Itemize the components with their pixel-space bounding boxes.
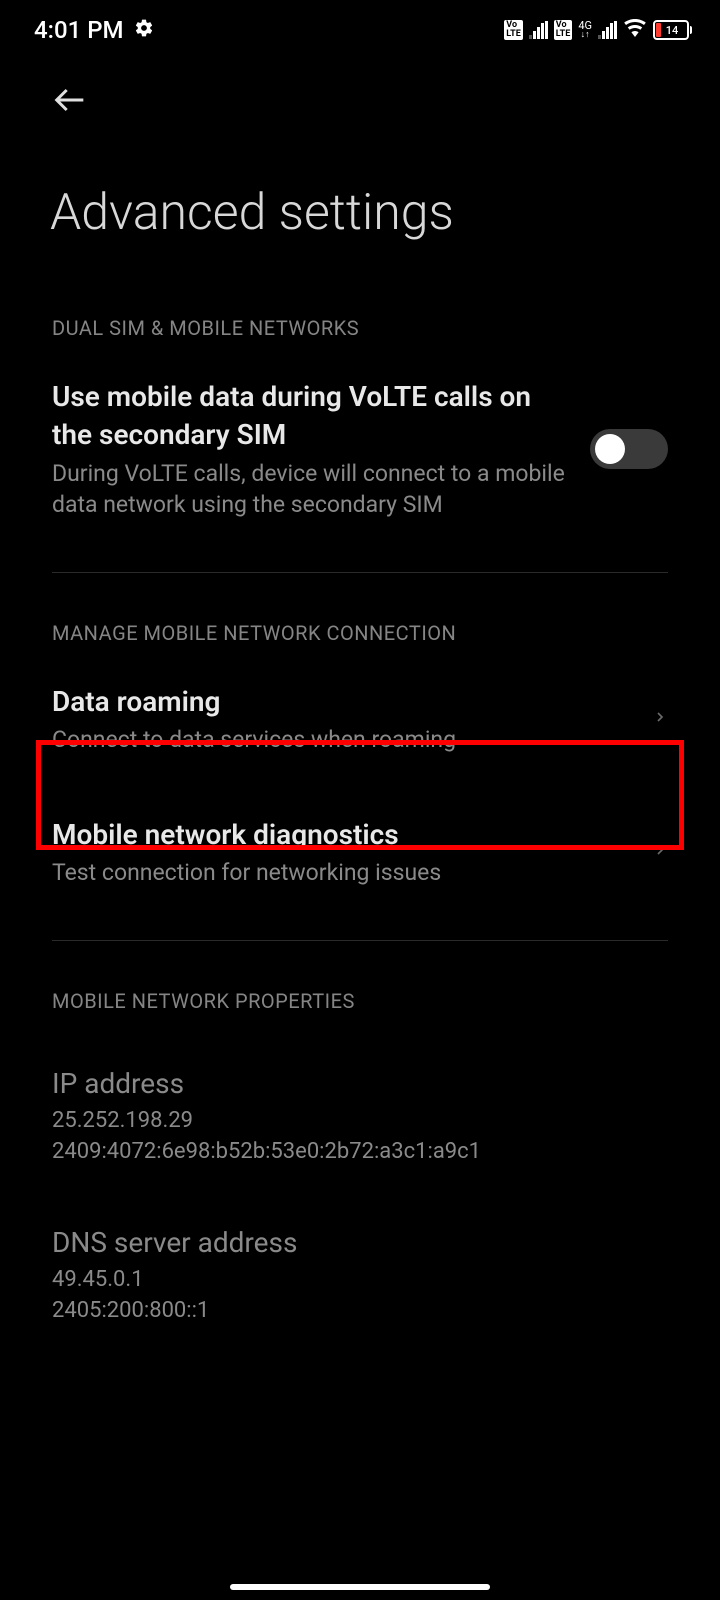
- page-header: Advanced settings: [0, 60, 720, 292]
- battery-icon: 14: [653, 20, 692, 40]
- volte-icon: VoLTE: [504, 20, 523, 40]
- setting-subtitle: Connect to data services when roaming: [52, 724, 632, 755]
- toggle-volte-secondary[interactable]: [590, 429, 668, 469]
- info-value-1: 25.252.198.29: [52, 1106, 668, 1137]
- signal-icon: [529, 21, 548, 39]
- setting-data-roaming[interactable]: Data roaming Connect to data services wh…: [0, 659, 720, 780]
- section-header-manage-connection: MANAGE MOBILE NETWORK CONNECTION: [0, 597, 720, 659]
- info-title: IP address: [52, 1067, 668, 1100]
- info-dns-server: DNS server address 49.45.0.1 2405:200:80…: [0, 1186, 720, 1345]
- gear-icon: [134, 18, 154, 42]
- wifi-icon: [623, 16, 647, 44]
- setting-title: Data roaming: [52, 683, 632, 721]
- setting-title: Mobile network diagnostics: [52, 816, 632, 854]
- signal-icon-2: [598, 21, 617, 39]
- home-indicator[interactable]: [230, 1584, 490, 1590]
- section-header-dual-sim: DUAL SIM & MOBILE NETWORKS: [0, 292, 720, 354]
- setting-subtitle: During VoLTE calls, device will connect …: [52, 458, 570, 520]
- network-label-group: 4G ↓↑: [578, 20, 592, 40]
- section-header-properties: MOBILE NETWORK PROPERTIES: [0, 965, 720, 1027]
- info-value-1: 49.45.0.1: [52, 1265, 668, 1296]
- network-arrows-icon: ↓↑: [581, 31, 590, 40]
- chevron-right-icon: [652, 703, 668, 735]
- divider: [52, 940, 668, 941]
- info-value-2: 2409:4072:6e98:b52b:53e0:2b72:a3c1:a9c1: [52, 1137, 668, 1168]
- setting-volte-secondary-sim[interactable]: Use mobile data during VoLTE calls on th…: [0, 354, 720, 544]
- status-right: VoLTE VoLTE 4G ↓↑ 14: [504, 16, 692, 44]
- divider: [52, 572, 668, 573]
- status-bar: 4:01 PM VoLTE VoLTE 4G ↓↑: [0, 0, 720, 60]
- page-title: Advanced settings: [50, 184, 670, 292]
- info-ip-address: IP address 25.252.198.29 2409:4072:6e98:…: [0, 1027, 720, 1186]
- status-time: 4:01 PM: [34, 16, 124, 44]
- setting-title: Use mobile data during VoLTE calls on th…: [52, 378, 570, 454]
- battery-level: 14: [656, 24, 688, 37]
- setting-network-diagnostics[interactable]: Mobile network diagnostics Test connecti…: [0, 780, 720, 913]
- info-value-2: 2405:200:800::1: [52, 1296, 668, 1327]
- status-left: 4:01 PM: [34, 16, 154, 44]
- info-title: DNS server address: [52, 1226, 668, 1259]
- chevron-right-icon: [652, 836, 668, 868]
- setting-subtitle: Test connection for networking issues: [52, 857, 632, 888]
- back-button[interactable]: [50, 80, 90, 124]
- volte-icon-2: VoLTE: [554, 20, 573, 40]
